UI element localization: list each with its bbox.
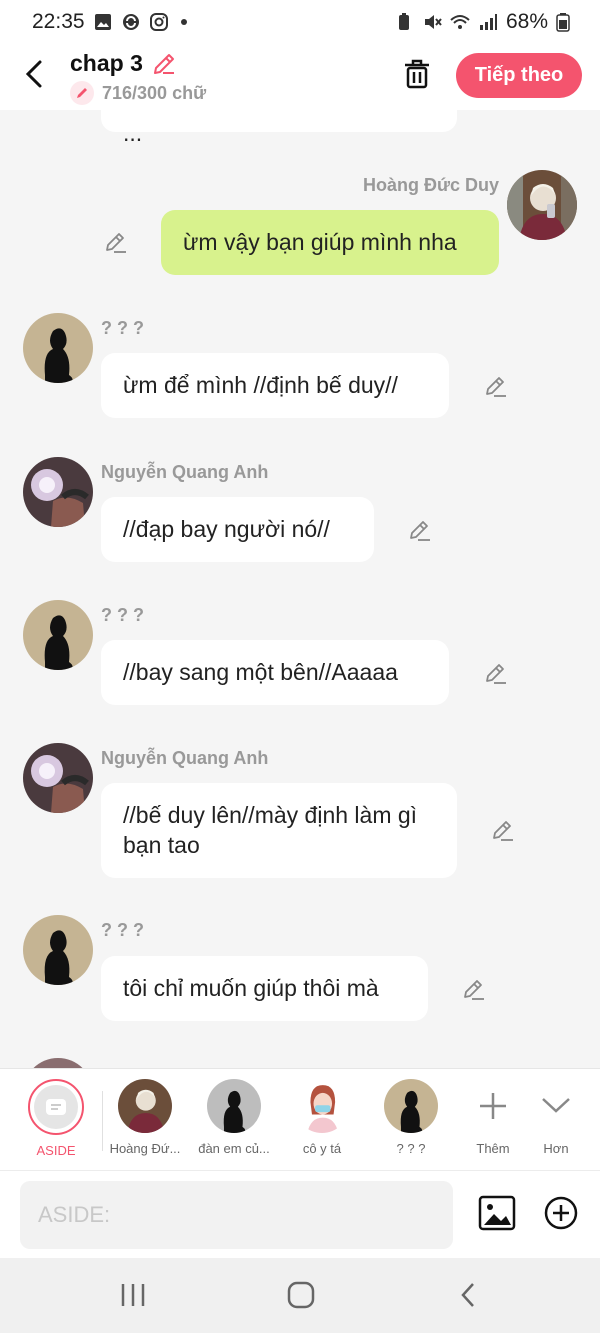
message-text: //đạp bay người nó//: [123, 516, 330, 542]
message-text: ừm vậy bạn giúp mình nha: [183, 229, 457, 255]
signal-icon: [479, 14, 497, 30]
message-bubble[interactable]: //bay sang một bên//Aaaaa: [101, 640, 449, 705]
edit-message-icon[interactable]: [483, 661, 509, 687]
top-app-bar: chap 3 716/300 chữ Tiếp theo: [0, 44, 600, 110]
edit-title-icon[interactable]: [151, 51, 177, 77]
message-input[interactable]: [20, 1181, 453, 1249]
message-bubble[interactable]: //đạp bay người nó//: [101, 497, 374, 562]
image-icon[interactable]: [478, 1195, 516, 1231]
edit-message-icon[interactable]: [483, 374, 509, 400]
avatar: [118, 1079, 172, 1133]
battery-saver-icon: [398, 13, 409, 30]
status-bar: 22:35 68%: [0, 0, 600, 44]
avatar[interactable]: [507, 170, 577, 240]
message-sender: Hoàng Đức Duy: [362, 175, 499, 195]
message-sender: Nguyễn Quang Anh: [101, 748, 269, 768]
chat-area[interactable]: ... Hoàng Đức Duy ừm vậy bạn giúp mình n…: [0, 110, 600, 1068]
battery-icon: [556, 13, 570, 32]
character-item[interactable]: Hoàng Đứ...: [100, 1079, 190, 1156]
trash-icon[interactable]: [402, 58, 432, 90]
character-label: Thêm: [476, 1141, 510, 1156]
title-area: chap 3 716/300 chữ: [70, 50, 206, 105]
character-label: ? ? ?: [396, 1141, 426, 1156]
back-nav-icon[interactable]: [449, 1280, 489, 1310]
avatar[interactable]: [23, 1058, 93, 1068]
gallery-icon: [94, 14, 111, 30]
instagram-icon: [149, 13, 168, 31]
character-item[interactable]: cô y tá: [277, 1079, 367, 1156]
avatar[interactable]: [23, 743, 93, 813]
message-sender: Nguyễn Quang Anh: [101, 462, 269, 482]
avatar[interactable]: [23, 600, 93, 670]
edit-message-icon[interactable]: [407, 518, 433, 544]
mute-icon: [424, 15, 442, 29]
notification-dot: [180, 19, 187, 25]
add-circle-icon[interactable]: [543, 1195, 579, 1231]
status-time: 22:35: [32, 10, 85, 33]
home-icon[interactable]: [281, 1280, 321, 1310]
message-text: //bay sang một bên//Aaaaa: [123, 659, 398, 685]
message-sender: ? ? ?: [101, 318, 144, 338]
message-bubble[interactable]: tôi chỉ muốn giúp thôi mà: [101, 956, 428, 1021]
edit-message-icon[interactable]: [461, 977, 487, 1003]
edit-message-icon[interactable]: [490, 818, 516, 844]
edit-message-icon[interactable]: [103, 230, 129, 256]
message-text: tôi chỉ muốn giúp thôi mà: [123, 975, 379, 1001]
character-item[interactable]: đàn em củ...: [189, 1079, 279, 1156]
avatar[interactable]: [23, 915, 93, 985]
partial-message-text: ...: [123, 120, 143, 146]
plus-icon: [480, 1093, 506, 1119]
character-label: Hơn: [543, 1141, 569, 1156]
message-sender: ? ? ?: [101, 605, 144, 625]
more-button[interactable]: Hơn: [516, 1079, 596, 1156]
message-bubble[interactable]: //bế duy lên//mày định làm gì bạn tao: [101, 783, 457, 878]
character-aside[interactable]: ASIDE: [11, 1079, 101, 1158]
character-selector: ASIDE Hoàng Đứ... đàn em củ... cô y tá ?…: [0, 1068, 600, 1170]
message-sender: ? ? ?: [101, 920, 144, 940]
avatar: [384, 1079, 438, 1133]
avatar[interactable]: [23, 313, 93, 383]
character-label: cô y tá: [302, 1141, 342, 1156]
character-label: đàn em củ...: [198, 1141, 270, 1156]
avatar: [295, 1079, 349, 1133]
character-label: ASIDE: [36, 1143, 76, 1158]
character-item[interactable]: ? ? ?: [366, 1079, 456, 1156]
word-count-pencil-icon: [70, 81, 94, 105]
battery-percent: 68%: [505, 10, 548, 33]
chapter-title[interactable]: chap 3: [70, 50, 143, 77]
message-text: ừm để mình //định bế duy//: [123, 372, 398, 398]
word-count: 716/300 chữ: [102, 82, 207, 103]
partial-message-bubble[interactable]: ...: [101, 110, 457, 146]
aside-icon: [46, 1099, 66, 1115]
character-label: Hoàng Đứ...: [109, 1141, 181, 1156]
message-text: //bế duy lên//mày định làm gì bạn tao: [123, 802, 418, 858]
message-bubble[interactable]: ừm để mình //định bế duy//: [101, 353, 449, 418]
composer: [0, 1170, 600, 1258]
back-arrow-icon[interactable]: [22, 58, 48, 90]
chevron-down-icon: [542, 1098, 570, 1113]
next-button[interactable]: Tiếp theo: [456, 53, 582, 98]
avatar[interactable]: [23, 457, 93, 527]
avatar: [207, 1079, 261, 1133]
system-nav-bar: [0, 1258, 600, 1333]
message-bubble-me[interactable]: ừm vậy bạn giúp mình nha: [161, 210, 499, 275]
recent-apps-icon[interactable]: [113, 1280, 153, 1310]
wifi-icon: [450, 15, 470, 29]
sync-icon: [122, 14, 139, 30]
